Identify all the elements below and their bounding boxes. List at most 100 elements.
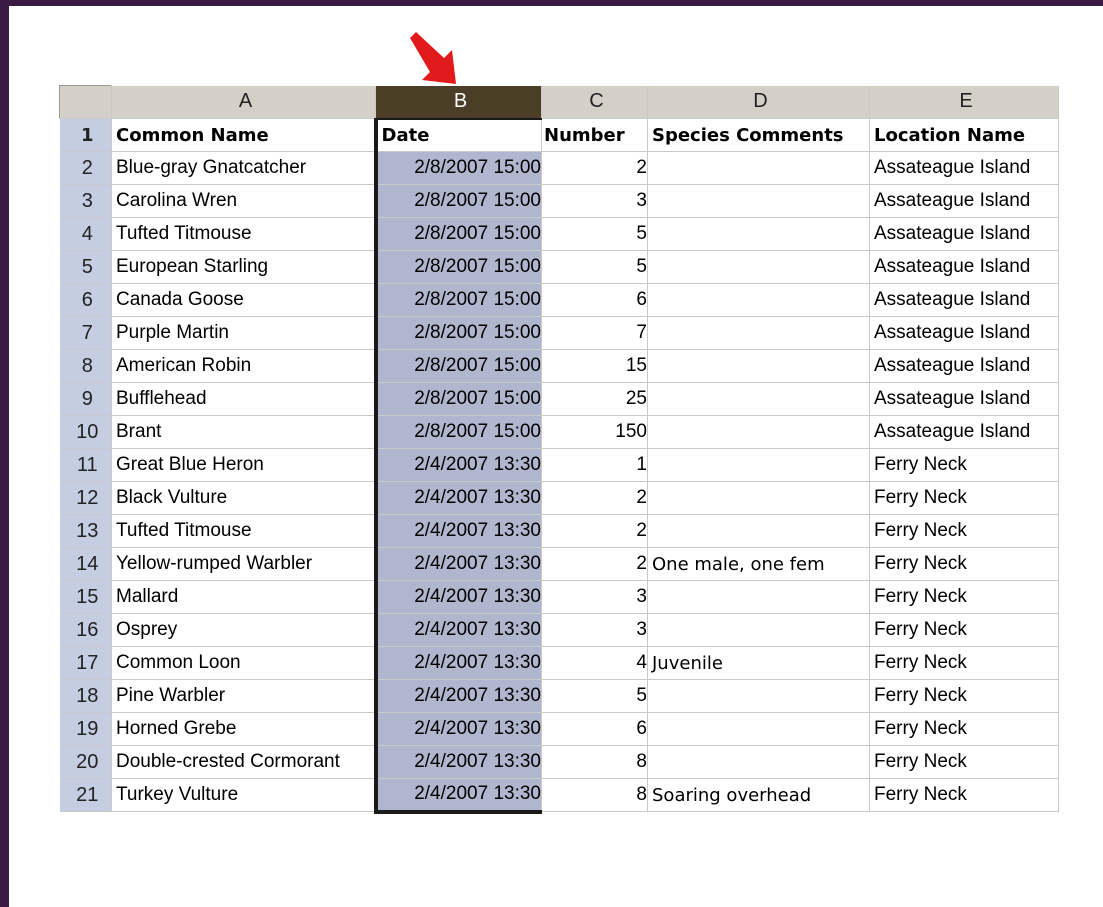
column-header-c[interactable]: C: [541, 85, 648, 119]
row-header[interactable]: 9: [59, 382, 112, 416]
cell-date[interactable]: 2/8/2007 15:00: [373, 184, 542, 218]
column-header-e[interactable]: E: [869, 85, 1059, 119]
cell-species-comments[interactable]: [647, 712, 870, 746]
row-header[interactable]: 14: [59, 547, 112, 581]
row-header[interactable]: 7: [59, 316, 112, 350]
cell-date[interactable]: 2/4/2007 13:30: [373, 547, 542, 581]
row-header[interactable]: 20: [59, 745, 112, 779]
cell-number[interactable]: 8: [541, 778, 648, 812]
cell-location-name[interactable]: Ferry Neck: [869, 679, 1059, 713]
cell-common-name[interactable]: Canada Goose: [111, 283, 376, 317]
cell-species-comments[interactable]: [647, 382, 870, 416]
cell-number[interactable]: 2: [541, 514, 648, 548]
cell-location-name[interactable]: Assateague Island: [869, 349, 1059, 383]
cell-location-name[interactable]: Ferry Neck: [869, 481, 1059, 515]
cell-location-name[interactable]: Ferry Neck: [869, 613, 1059, 647]
row-header[interactable]: 8: [59, 349, 112, 383]
cell-number[interactable]: 150: [541, 415, 648, 449]
cell-species-comments[interactable]: [647, 151, 870, 185]
cell-number[interactable]: 3: [541, 613, 648, 647]
select-all-corner[interactable]: [59, 85, 112, 119]
cell-location-name[interactable]: Ferry Neck: [869, 778, 1059, 812]
cell-common-name[interactable]: Yellow-rumped Warbler: [111, 547, 376, 581]
cell-species-comments[interactable]: [647, 448, 870, 482]
cell-date[interactable]: 2/8/2007 15:00: [373, 382, 542, 416]
cell-location-name[interactable]: Ferry Neck: [869, 448, 1059, 482]
cell-location-name[interactable]: Assateague Island: [869, 382, 1059, 416]
cell-species-comments[interactable]: [647, 250, 870, 284]
cell-number[interactable]: 2: [541, 151, 648, 185]
cell-location-name[interactable]: Assateague Island: [869, 250, 1059, 284]
cell-date[interactable]: 2/8/2007 15:00: [373, 217, 542, 251]
column-header-d[interactable]: D: [647, 85, 870, 119]
cell-location-name[interactable]: Assateague Island: [869, 415, 1059, 449]
cell-date[interactable]: 2/8/2007 15:00: [373, 283, 542, 317]
cell-date[interactable]: 2/4/2007 13:30: [373, 448, 542, 482]
cell-common-name[interactable]: Turkey Vulture: [111, 778, 376, 812]
cell-number[interactable]: 6: [541, 712, 648, 746]
cell-location-name[interactable]: Ferry Neck: [869, 580, 1059, 614]
row-header[interactable]: 17: [59, 646, 112, 680]
cell-number[interactable]: 1: [541, 448, 648, 482]
cell-date[interactable]: 2/8/2007 15:00: [373, 316, 542, 350]
row-header[interactable]: 12: [59, 481, 112, 515]
cell-number[interactable]: 7: [541, 316, 648, 350]
cell-location-name[interactable]: Ferry Neck: [869, 712, 1059, 746]
cell-date[interactable]: 2/4/2007 13:30: [373, 712, 542, 746]
cell-common-name[interactable]: Mallard: [111, 580, 376, 614]
header-cell-species-comments[interactable]: Species Comments: [647, 118, 870, 152]
cell-common-name[interactable]: Tufted Titmouse: [111, 217, 376, 251]
cell-common-name[interactable]: Purple Martin: [111, 316, 376, 350]
cell-date[interactable]: 2/8/2007 15:00: [373, 349, 542, 383]
cell-number[interactable]: 25: [541, 382, 648, 416]
cell-date[interactable]: 2/4/2007 13:30: [373, 745, 542, 779]
row-header[interactable]: 4: [59, 217, 112, 251]
cell-location-name[interactable]: Ferry Neck: [869, 745, 1059, 779]
cell-common-name[interactable]: Double-crested Cormorant: [111, 745, 376, 779]
row-header[interactable]: 13: [59, 514, 112, 548]
header-cell-location-name[interactable]: Location Name: [869, 118, 1059, 152]
cell-date[interactable]: 2/4/2007 13:30: [373, 613, 542, 647]
cell-species-comments[interactable]: [647, 217, 870, 251]
cell-common-name[interactable]: Osprey: [111, 613, 376, 647]
cell-location-name[interactable]: Assateague Island: [869, 217, 1059, 251]
cell-common-name[interactable]: American Robin: [111, 349, 376, 383]
cell-location-name[interactable]: Assateague Island: [869, 184, 1059, 218]
cell-location-name[interactable]: Assateague Island: [869, 151, 1059, 185]
cell-date[interactable]: 2/4/2007 13:30: [373, 514, 542, 548]
cell-common-name[interactable]: Tufted Titmouse: [111, 514, 376, 548]
cell-species-comments[interactable]: [647, 679, 870, 713]
cell-common-name[interactable]: Carolina Wren: [111, 184, 376, 218]
cell-date[interactable]: 2/4/2007 13:30: [373, 679, 542, 713]
cell-location-name[interactable]: Ferry Neck: [869, 514, 1059, 548]
cell-date[interactable]: 2/8/2007 15:00: [373, 151, 542, 185]
row-header[interactable]: 6: [59, 283, 112, 317]
cell-date[interactable]: 2/4/2007 13:30: [373, 580, 542, 614]
cell-number[interactable]: 5: [541, 679, 648, 713]
row-header[interactable]: 21: [59, 778, 112, 812]
cell-species-comments[interactable]: Juvenile: [647, 646, 870, 680]
cell-common-name[interactable]: Great Blue Heron: [111, 448, 376, 482]
row-header[interactable]: 2: [59, 151, 112, 185]
cell-number[interactable]: 3: [541, 184, 648, 218]
cell-species-comments[interactable]: [647, 184, 870, 218]
cell-location-name[interactable]: Ferry Neck: [869, 646, 1059, 680]
cell-common-name[interactable]: Pine Warbler: [111, 679, 376, 713]
cell-common-name[interactable]: European Starling: [111, 250, 376, 284]
cell-location-name[interactable]: Assateague Island: [869, 316, 1059, 350]
cell-number[interactable]: 2: [541, 481, 648, 515]
cell-date[interactable]: 2/8/2007 15:00: [373, 250, 542, 284]
cell-species-comments[interactable]: [647, 316, 870, 350]
cell-species-comments[interactable]: [647, 349, 870, 383]
cell-number[interactable]: 4: [541, 646, 648, 680]
row-header[interactable]: 11: [59, 448, 112, 482]
cell-common-name[interactable]: Blue-gray Gnatcatcher: [111, 151, 376, 185]
row-header[interactable]: 10: [59, 415, 112, 449]
cell-number[interactable]: 3: [541, 580, 648, 614]
row-header[interactable]: 18: [59, 679, 112, 713]
cell-number[interactable]: 5: [541, 217, 648, 251]
cell-common-name[interactable]: Common Loon: [111, 646, 376, 680]
cell-number[interactable]: 15: [541, 349, 648, 383]
cell-date[interactable]: 2/8/2007 15:00: [373, 415, 542, 449]
cell-location-name[interactable]: Assateague Island: [869, 283, 1059, 317]
